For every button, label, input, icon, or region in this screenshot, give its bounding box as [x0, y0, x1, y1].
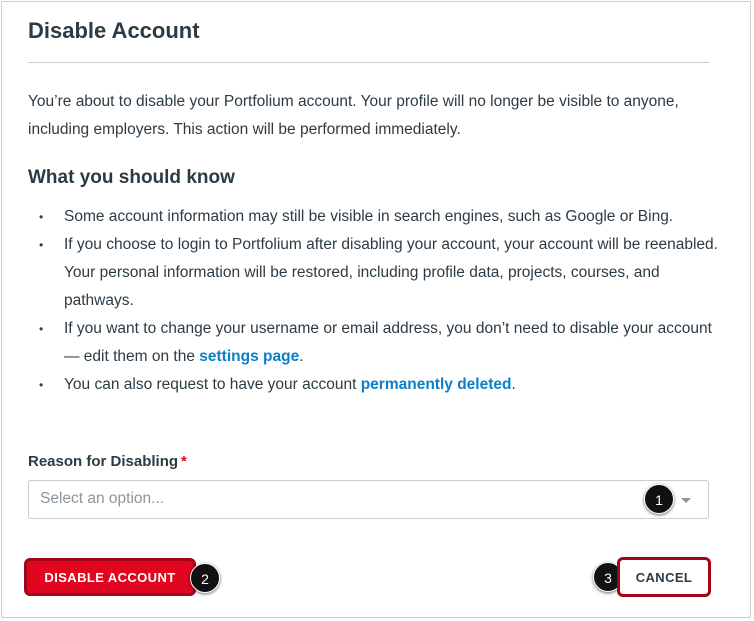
list-item: You can also request to have your accoun… — [28, 371, 718, 399]
intro-text: You’re about to disable your Portfolium … — [28, 93, 679, 138]
list-item-suffix: . — [299, 348, 304, 365]
list-item-text: You can also request to have your accoun… — [64, 376, 361, 393]
list-item: If you choose to login to Portfolium aft… — [28, 231, 718, 315]
list-item-text: If you want to change your username or e… — [64, 320, 712, 365]
disable-account-dialog: Disable Account You’re about to disable … — [1, 1, 751, 618]
disable-account-button[interactable]: DISABLE ACCOUNT — [24, 558, 196, 596]
reason-select-placeholder: Select an option... — [40, 490, 165, 507]
list-item: Some account information may still be vi… — [28, 203, 718, 231]
list-item-text: If you choose to login to Portfolium aft… — [64, 236, 718, 309]
list-item-text: Some account information may still be vi… — [64, 208, 674, 225]
list-item: If you want to change your username or e… — [28, 315, 718, 371]
reason-label: Reason for Disabling * — [28, 453, 187, 470]
permanently-deleted-link[interactable]: permanently deleted — [361, 376, 512, 393]
reason-label-text: Reason for Disabling — [28, 453, 179, 470]
info-list: Some account information may still be vi… — [28, 203, 718, 399]
list-item-suffix: . — [511, 376, 516, 393]
required-asterisk: * — [181, 453, 187, 470]
callout-badge-2: 2 — [190, 563, 220, 593]
reason-select[interactable]: Select an option... — [28, 480, 709, 519]
callout-badge-1: 1 — [644, 484, 674, 514]
settings-page-link[interactable]: settings page — [199, 348, 299, 365]
cancel-button[interactable]: CANCEL — [617, 557, 711, 597]
title-divider — [28, 62, 709, 63]
section-heading: What you should know — [28, 167, 235, 188]
caret-down-icon — [681, 498, 691, 503]
dialog-title: Disable Account — [28, 18, 200, 43]
